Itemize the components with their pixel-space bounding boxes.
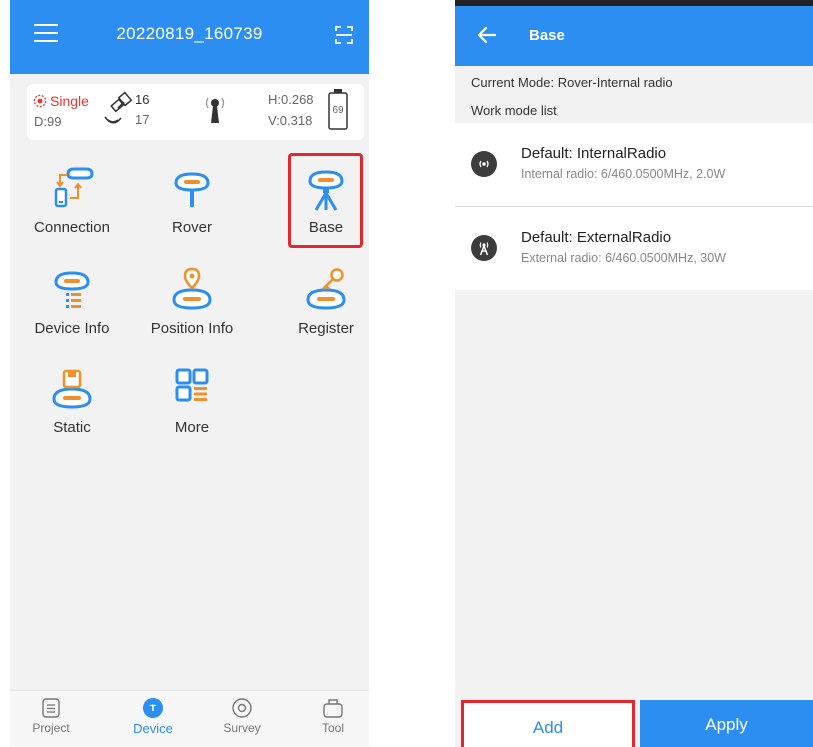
page-title: Base [529,27,565,44]
device-info-label: Device Info [34,320,110,337]
v-precision: V:0.318 [268,113,313,128]
rover-label: Rover [171,219,212,236]
rover-button[interactable]: Rover [132,165,252,236]
static-icon [52,369,92,409]
position-info-label: Position Info [150,320,234,337]
solution-status-icon [33,94,47,108]
connection-icon [54,167,94,208]
tab-device[interactable]: Device [118,697,188,736]
position-info-icon [172,267,212,310]
project-title: 20220819_160739 [116,24,263,43]
mode-title: Default: ExternalRadio [521,229,672,246]
survey-icon [232,698,252,718]
radio-signal-icon [205,97,225,123]
tab-survey-label: Survey [223,721,261,735]
gnss-status-card[interactable]: Single D:99 16 17 H:0.268 V:0.318 69 [27,84,364,140]
connection-label: Connection [34,219,110,236]
static-label: Static [53,419,91,436]
device-info-icon [54,271,90,308]
sats-tracked: 17 [135,112,150,127]
bottom-tab-bar: Project Device Survey Tool [10,690,369,747]
current-mode-text: Current Mode: Rover-Internal radio [471,75,673,90]
more-label: More [174,419,210,436]
sats-used: 16 [135,92,150,107]
work-mode-list: Default: InternalRadio Internal radio: 6… [455,123,813,290]
tab-survey[interactable]: Survey [207,697,277,735]
mode-title: Default: InternalRadio [521,145,667,162]
battery-level: 69 [332,105,344,116]
position-info-button[interactable]: Position Info [132,266,252,337]
scan-icon[interactable] [335,25,353,45]
diff-age: D:99 [34,114,62,129]
register-label: Register [298,320,354,337]
static-button[interactable]: Static [12,365,132,436]
apply-button[interactable]: Apply [640,700,813,747]
work-mode-list-label: Work mode list [471,103,557,118]
device-icon [143,698,163,718]
tab-tool-label: Tool [321,721,344,735]
more-grid-icon [175,368,209,402]
device-info-button[interactable]: Device Info [12,266,132,337]
mode-subtitle: Internal radio: 6/460.0500MHz, 2.0W [521,167,726,181]
project-icon [42,698,60,718]
tab-tool[interactable]: Tool [298,697,368,735]
base-highlight-box [288,153,363,248]
h-precision: H:0.268 [268,92,314,107]
register-button[interactable]: Register [266,266,369,337]
mode-item-external-radio[interactable]: Default: ExternalRadio External radio: 6… [455,207,813,289]
more-button[interactable]: More [132,365,252,436]
register-key-icon [306,268,346,310]
rover-receiver-icon [174,172,210,207]
external-radio-icon [471,235,497,261]
back-arrow-icon[interactable] [477,26,497,44]
tab-device-label: Device [133,721,173,736]
base-header: Base [455,6,813,66]
tab-project-label: Project [32,721,70,735]
tool-icon [323,699,343,718]
add-button[interactable]: Add [461,700,635,747]
connection-button[interactable]: Connection [12,165,132,236]
mode-item-internal-radio[interactable]: Default: InternalRadio Internal radio: 6… [455,123,813,205]
tab-project[interactable]: Project [16,697,86,735]
mode-subtitle: External radio: 6/460.0500MHz, 30W [521,251,726,265]
app-header: 20220819_160739 [10,0,369,74]
device-screen: 20220819_160739 Single D:99 16 17 H:0.26… [10,0,369,747]
internal-radio-icon [471,151,497,177]
base-screen: Base Current Mode: Rover-Internal radio … [455,0,813,747]
solution-status: Single [50,93,89,109]
